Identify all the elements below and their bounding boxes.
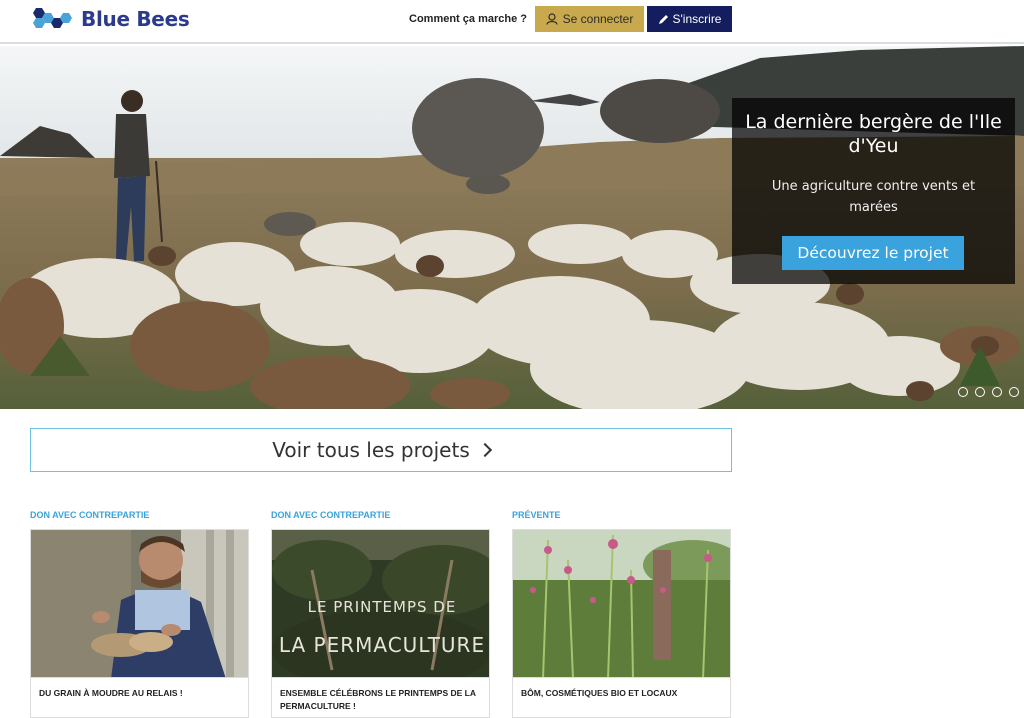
logo-text: Blue Bees [81, 7, 190, 31]
project-card[interactable]: PRÉVENTE BÔM, COSMÉTIQUES BIO ET LOCAUX [512, 509, 731, 718]
hero-slider[interactable]: La dernière bergère de l'Ile d'Yeu Une a… [0, 46, 1024, 409]
chevron-right-icon [477, 442, 492, 458]
pencil-icon [658, 14, 668, 24]
slider-dot-4[interactable] [1009, 387, 1019, 397]
project-category: DON AVEC CONTREPARTIE [271, 510, 391, 520]
hero-subtitle: Une agriculture contre vents et marées [771, 179, 976, 215]
how-it-works-link[interactable]: Comment ça marche ? [409, 13, 527, 25]
logo[interactable]: Blue Bees [30, 5, 190, 33]
project-category: PRÉVENTE [512, 510, 561, 520]
login-button[interactable]: Se connecter [535, 6, 644, 32]
project-image[interactable] [30, 529, 249, 678]
hexagon-logo-icon [33, 8, 72, 28]
user-icon [546, 13, 558, 25]
project-title[interactable]: BÔM, COSMÉTIQUES BIO ET LOCAUX [512, 678, 731, 718]
man-with-seeds-photo [31, 530, 248, 677]
signup-button[interactable]: S'inscrire [647, 6, 732, 32]
slider-dot-3[interactable] [992, 387, 1002, 397]
site-header: Blue Bees Comment ça marche ? Se connect… [0, 0, 1024, 44]
slider-dots [958, 387, 1019, 397]
image-caption-line-1: LE PRINTEMPS DE [308, 598, 457, 616]
login-label: Se connecter [562, 12, 634, 26]
project-image[interactable]: LE PRINTEMPS DE LA PERMACULTURE [271, 529, 490, 678]
see-all-projects-label: Voir tous les projets [272, 438, 470, 462]
project-image[interactable] [512, 529, 731, 678]
project-title[interactable]: ENSEMBLE CÉLÉBRONS LE PRINTEMPS DE LA PE… [271, 678, 490, 718]
project-category: DON AVEC CONTREPARTIE [30, 510, 150, 520]
slider-dot-1[interactable] [958, 387, 968, 397]
discover-project-button[interactable]: Découvrez le projet [782, 236, 964, 270]
signup-label: S'inscrire [672, 12, 722, 26]
project-title[interactable]: DU GRAIN À MOUDRE AU RELAIS ! [30, 678, 249, 718]
image-caption-line-2: LA PERMACULTURE [279, 633, 485, 657]
hero-title: La dernière bergère de l'Ile d'Yeu [745, 111, 1002, 157]
project-card[interactable]: DON AVEC CONTREPARTIE LE PRINTEMPS DE LA… [271, 509, 490, 718]
slider-dot-2[interactable] [975, 387, 985, 397]
permaculture-garden-photo: LE PRINTEMPS DE LA PERMACULTURE [272, 530, 489, 677]
wildflowers-field-photo [513, 530, 730, 677]
project-card[interactable]: DON AVEC CONTREPARTIE DU GRAIN À MOUDRE … [30, 509, 249, 718]
see-all-projects-button[interactable]: Voir tous les projets [30, 428, 732, 472]
hero-caption-panel: La dernière bergère de l'Ile d'Yeu Une a… [732, 98, 1015, 284]
